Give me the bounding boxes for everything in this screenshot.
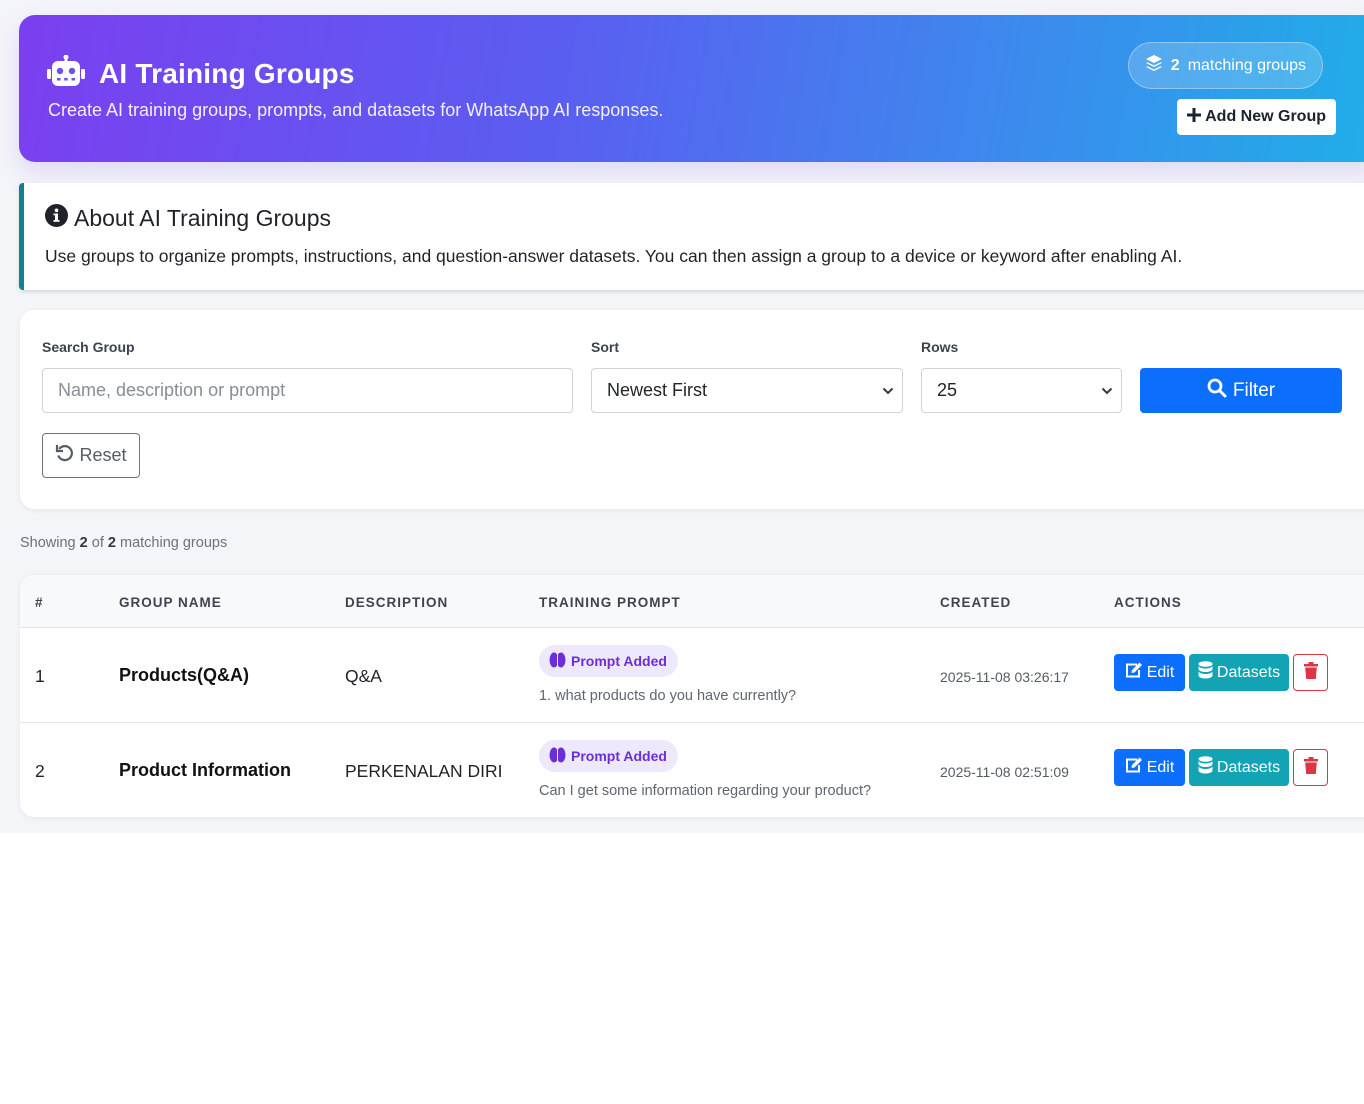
edit-icon — [1125, 757, 1143, 778]
brain-icon — [549, 747, 566, 766]
edit-button[interactable]: Edit — [1114, 654, 1185, 691]
edit-icon — [1125, 662, 1143, 683]
datasets-button[interactable]: Datasets — [1189, 654, 1289, 691]
delete-button[interactable] — [1293, 654, 1328, 691]
edit-button[interactable]: Edit — [1114, 749, 1185, 786]
about-text: Use groups to organize prompts, instruct… — [45, 246, 1183, 266]
summary-prefix: Showing — [20, 535, 76, 551]
group-name: Product Information — [119, 760, 291, 780]
chevron-down-icon — [1101, 383, 1113, 404]
column-header-index: # — [35, 595, 44, 610]
about-info-card: About AI Training Groups Use groups to o… — [19, 183, 1364, 290]
datasets-label: Datasets — [1216, 663, 1281, 681]
datasets-button[interactable]: Datasets — [1189, 749, 1289, 786]
results-summary: Showing 2 of 2 matching groups — [20, 535, 227, 551]
prompt-status-label: Prompt Added — [571, 653, 667, 669]
delete-button[interactable] — [1293, 749, 1328, 786]
matching-label: matching groups — [1187, 56, 1306, 74]
about-title: About AI Training Groups — [74, 205, 331, 231]
training-prompt-text: 1. what products do you have currently? — [539, 688, 797, 704]
plus-icon — [1187, 107, 1202, 127]
filter-panel: Search Group Name, description or prompt… — [20, 310, 1364, 509]
column-header-group-name: GROUP NAME — [119, 595, 222, 610]
sort-label: Sort — [591, 339, 619, 355]
rows-label: Rows — [921, 339, 959, 355]
datasets-label: Datasets — [1216, 758, 1281, 776]
filter-button[interactable]: Filter — [1140, 368, 1342, 413]
page-title: AI Training Groups — [99, 57, 355, 89]
prompt-status-badge: Prompt Added — [539, 740, 678, 772]
info-circle-icon — [45, 204, 68, 233]
search-input[interactable]: Name, description or prompt — [42, 368, 573, 413]
sort-select[interactable]: Newest First — [591, 368, 903, 413]
group-description: Q&A — [345, 666, 382, 686]
sort-value: Newest First — [607, 380, 708, 400]
group-name: Products(Q&A) — [119, 665, 249, 685]
prompt-status-badge: Prompt Added — [539, 645, 678, 677]
rows-value: 25 — [937, 380, 958, 400]
column-header-actions: ACTIONS — [1114, 595, 1182, 610]
about-title-group: About AI Training Groups — [45, 204, 331, 233]
page-title-group: AI Training Groups — [47, 54, 355, 92]
column-header-training-prompt: TRAINING PROMPT — [539, 595, 681, 610]
row-index: 1 — [35, 666, 45, 686]
database-icon — [1198, 661, 1213, 684]
groups-table: # GROUP NAME DESCRIPTION TRAINING PROMPT… — [20, 575, 1364, 817]
created-date: 2025-11-08 02:51:09 — [940, 764, 1069, 780]
robot-icon — [47, 54, 85, 92]
edit-label: Edit — [1146, 663, 1175, 681]
layers-icon — [1145, 54, 1163, 77]
summary-of: of — [91, 535, 104, 551]
summary-total: 2 — [107, 535, 116, 551]
column-header-description: DESCRIPTION — [345, 595, 449, 610]
filter-label: Filter — [1232, 379, 1276, 401]
table-header: # GROUP NAME DESCRIPTION TRAINING PROMPT… — [20, 575, 1364, 628]
rows-select[interactable]: 25 — [921, 368, 1122, 413]
group-description: PERKENALAN DIRI — [345, 761, 503, 781]
training-prompt-text: Can I get some information regarding you… — [539, 783, 872, 799]
summary-shown: 2 — [79, 535, 88, 551]
column-header-created: CREATED — [940, 595, 1012, 610]
matching-count: 2 — [1170, 56, 1180, 74]
matching-count-badge: 2 matching groups — [1127, 42, 1323, 89]
chevron-down-icon — [882, 383, 894, 404]
trash-icon — [1303, 756, 1318, 779]
reset-button[interactable]: Reset — [42, 433, 140, 478]
trash-icon — [1303, 661, 1318, 684]
row-index: 2 — [35, 761, 45, 781]
add-new-group-label: Add New Group — [1205, 108, 1326, 125]
edit-label: Edit — [1146, 758, 1175, 776]
table-row: 2 Product Information PERKENALAN DIRI Pr… — [20, 723, 1364, 817]
page-subtitle: Create AI training groups, prompts, and … — [48, 100, 664, 120]
reset-label: Reset — [79, 445, 127, 465]
table-row: 1 Products(Q&A) Q&A Prompt Added 1. what… — [20, 628, 1364, 723]
database-icon — [1198, 756, 1213, 779]
prompt-status-label: Prompt Added — [571, 748, 667, 764]
add-new-group-button[interactable]: Add New Group — [1177, 99, 1336, 135]
brain-icon — [549, 652, 566, 671]
page-header: AI Training Groups Create AI training gr… — [19, 15, 1364, 162]
search-icon — [1207, 378, 1227, 404]
search-group-label: Search Group — [42, 339, 135, 355]
summary-suffix: matching groups — [120, 535, 228, 551]
undo-icon — [55, 443, 75, 468]
created-date: 2025-11-08 03:26:17 — [940, 669, 1069, 685]
